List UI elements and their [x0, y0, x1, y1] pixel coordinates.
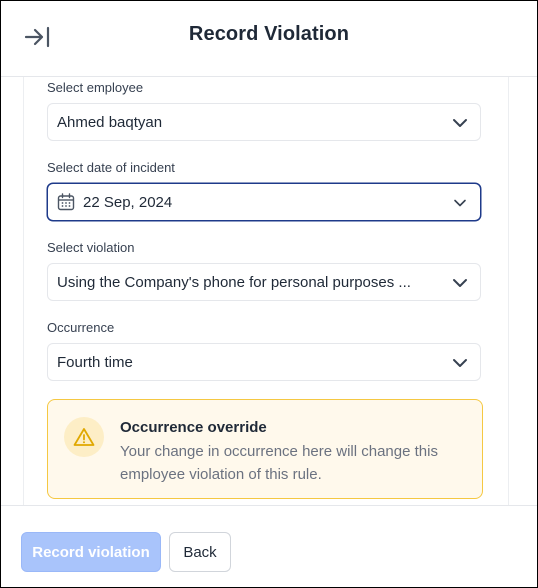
record-violation-drawer: Record Violation Select employee Ahmed b… — [0, 0, 538, 588]
alert-text: Your change in occurrence here will chan… — [120, 443, 438, 483]
back-button[interactable]: Back — [169, 532, 231, 572]
violation-label: Select violation — [47, 240, 135, 255]
record-violation-button[interactable]: Record violation — [21, 532, 161, 572]
date-select[interactable]: 22 Sep, 2024 — [47, 183, 481, 221]
violation-select[interactable]: Using the Company's phone for personal p… — [47, 263, 481, 301]
drawer-header: Record Violation — [1, 1, 537, 77]
alert-icon-circle — [64, 417, 104, 457]
date-label: Select date of incident — [47, 160, 175, 175]
page-title: Record Violation — [188, 23, 350, 45]
employee-select[interactable]: Ahmed baqtyan — [47, 103, 481, 141]
date-value: 22 Sep, 2024 — [83, 194, 173, 211]
occurrence-label: Occurrence — [47, 320, 115, 335]
drawer-footer: Record violation Back — [1, 505, 537, 587]
chevron-down-icon — [454, 199, 466, 207]
chevron-down-icon — [453, 359, 467, 367]
employee-label: Select employee — [47, 80, 144, 95]
chevron-down-icon — [453, 119, 467, 127]
chevron-down-icon — [453, 279, 467, 287]
warning-icon — [73, 428, 95, 446]
employee-value: Ahmed baqtyan — [57, 114, 163, 131]
occurrence-value: Fourth time — [57, 354, 133, 371]
alert-title: Occurrence override — [120, 419, 267, 436]
form-scroll-area[interactable]: Select employee Ahmed baqtyan Select dat… — [1, 77, 537, 505]
calendar-icon — [57, 193, 75, 211]
occurrence-override-alert: Occurrence override Your change in occur… — [47, 399, 483, 499]
occurrence-select[interactable]: Fourth time — [47, 343, 481, 381]
violation-value: Using the Company's phone for personal p… — [57, 274, 411, 291]
